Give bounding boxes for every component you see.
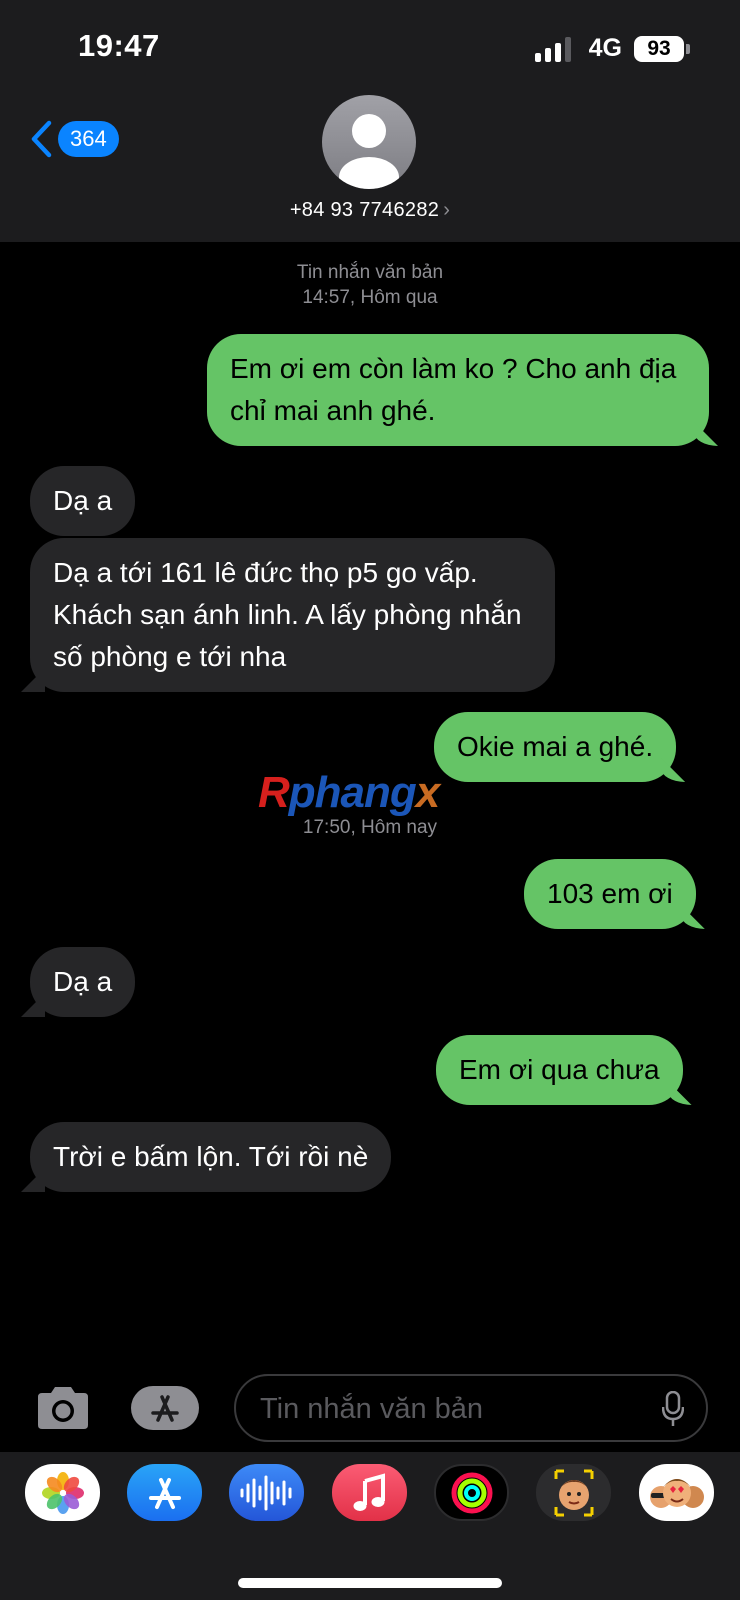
app-store-app-icon[interactable] <box>127 1464 202 1521</box>
message-input-field[interactable] <box>234 1374 708 1442</box>
memoji-stickers-app-icon[interactable] <box>639 1464 714 1521</box>
microphone-icon[interactable] <box>662 1391 684 1427</box>
incoming-message-bubble[interactable]: Trời e bấm lộn. Tới rồi nè <box>30 1122 392 1192</box>
status-time: 19:47 <box>78 28 160 63</box>
message-timestamp: 17:50, Hôm nay <box>302 817 438 838</box>
message-input[interactable] <box>258 1376 642 1442</box>
photos-app-icon[interactable] <box>25 1464 100 1521</box>
contact-avatar[interactable] <box>322 95 416 189</box>
message-timestamp: Tin nhắn văn bản 14:57, Hôm qua <box>0 260 740 310</box>
outgoing-message-bubble[interactable]: Em ơi em còn làm ko ? Cho anh địa chỉ ma… <box>207 334 709 446</box>
outgoing-message-bubble[interactable]: 103 em ơi <box>524 859 696 929</box>
person-icon <box>339 114 399 189</box>
app-store-glyph-icon <box>151 1395 179 1422</box>
incoming-message-bubble[interactable]: Dạ a tới 161 lê đức thọ p5 go vấp. Khách… <box>30 538 555 692</box>
watermark-logo: Rphangx <box>258 768 440 817</box>
contact-name-button[interactable]: +84 93 7746282 › <box>0 199 740 222</box>
timestamp-time: 14:57, Hôm qua <box>302 287 438 308</box>
cellular-signal-icon <box>534 36 575 62</box>
status-indicators: 4G 93 <box>534 34 690 63</box>
activity-app-icon[interactable] <box>434 1464 509 1521</box>
conversation-header: 19:47 4G 93 364 +84 93 7746282 › <box>0 0 740 242</box>
outgoing-message-bubble[interactable]: Okie mai a ghé. <box>434 712 677 782</box>
incoming-message-bubble[interactable]: Dạ a <box>30 466 136 536</box>
messages-screen: 19:47 4G 93 364 +84 93 7746282 › Tin nhắ… <box>0 0 740 1600</box>
camera-icon[interactable] <box>34 1385 92 1431</box>
home-indicator[interactable] <box>238 1578 502 1588</box>
chevron-right-icon: › <box>443 199 451 221</box>
outgoing-message-bubble[interactable]: Em ơi qua chưa <box>436 1035 683 1105</box>
app-store-icon[interactable] <box>131 1386 199 1430</box>
network-type: 4G <box>588 34 622 62</box>
audio-message-app-icon[interactable] <box>229 1464 304 1521</box>
message-type-label: Tin nhắn văn bản <box>296 262 444 283</box>
chevron-left-icon <box>31 120 52 158</box>
music-app-icon[interactable] <box>332 1464 407 1521</box>
contact-number: +84 93 7746282 <box>289 199 440 221</box>
memoji-app-icon[interactable] <box>536 1464 611 1521</box>
incoming-message-bubble[interactable]: Dạ a <box>30 947 136 1017</box>
battery-icon <box>686 43 690 54</box>
battery-level: 93 <box>634 35 684 62</box>
back-button[interactable]: 364 <box>30 120 119 158</box>
unread-count-badge: 364 <box>58 121 119 157</box>
